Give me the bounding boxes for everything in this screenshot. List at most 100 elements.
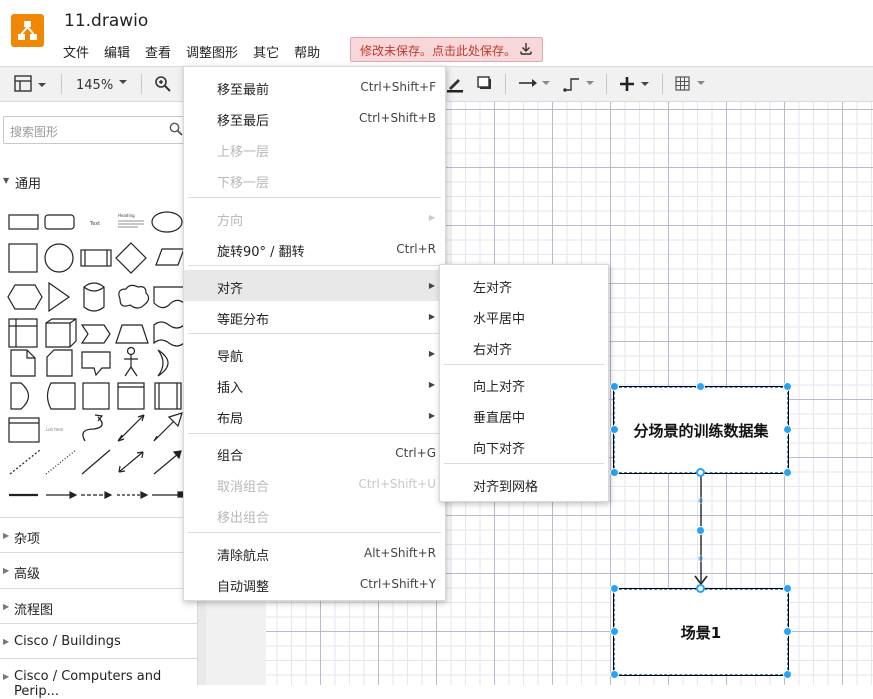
resize-handle[interactable]: [696, 382, 705, 391]
section-flowchart[interactable]: ▶ 流程图: [0, 588, 198, 622]
section-cisco-computers[interactable]: ▶ Cisco / Computers and Perip...: [0, 658, 198, 699]
resize-handle[interactable]: [610, 382, 619, 391]
section-label: 流程图: [14, 603, 54, 618]
submenu-arrow-icon: ▶: [428, 411, 435, 420]
edge-virtual-bend[interactable]: [697, 555, 704, 562]
section-label: 高级: [14, 567, 41, 582]
menu-edit[interactable]: 编辑: [104, 40, 130, 62]
expand-triangle-icon: ▶: [3, 637, 10, 646]
resize-handle[interactable]: [610, 425, 619, 434]
section-general-label: 通用: [15, 177, 42, 192]
menu-arrange[interactable]: 调整图形: [186, 40, 238, 62]
search-placeholder: 搜索图形: [10, 125, 59, 139]
shape-sidebar: 搜索图形 ▼ 通用 Text Heading List Item ▶ 杂项 ▶ …: [0, 102, 198, 699]
menu-item-navigation[interactable]: 导航 ▶: [184, 338, 445, 369]
menu-item-label: 旋转90° / 翻转: [217, 245, 305, 260]
align-to-grid[interactable]: 对齐到网格: [440, 468, 608, 499]
menu-item-distribute[interactable]: 等距分布 ▶: [184, 301, 445, 332]
shape-search-input[interactable]: 搜索图形: [3, 116, 188, 144]
menu-item-label: 对齐到网格: [473, 480, 539, 495]
search-icon[interactable]: [169, 122, 183, 139]
resize-handle[interactable]: [783, 382, 792, 391]
zoom-in-icon[interactable]: [154, 75, 172, 97]
edge-target-handle[interactable]: [696, 584, 705, 593]
menu-item-label: 水平居中: [473, 312, 526, 327]
resize-handle[interactable]: [610, 627, 619, 636]
expand-triangle-icon: ▶: [3, 531, 10, 540]
align-submenu: 左对齐 水平居中 右对齐 向上对齐 垂直居中 向下对齐 对齐到网格: [439, 264, 609, 502]
menu-item-shortcut: Ctrl+R: [396, 242, 436, 256]
resize-handle[interactable]: [610, 468, 619, 477]
resize-handle[interactable]: [783, 627, 792, 636]
unsaved-changes-button[interactable]: 修改未保存。点击此处保存。: [350, 37, 543, 62]
menu-item-label: 组合: [217, 449, 244, 464]
zoom-level[interactable]: 145%: [76, 78, 113, 93]
node-training-dataset[interactable]: 分场景的训练数据集: [613, 386, 789, 474]
resize-handle[interactable]: [783, 468, 792, 477]
menu-item-insert[interactable]: 插入 ▶: [184, 369, 445, 400]
menu-item-rotate-flip[interactable]: 旋转90° / 翻转 Ctrl+R: [184, 233, 445, 264]
align-center[interactable]: 水平居中: [440, 300, 608, 331]
menu-item-clear-waypoints[interactable]: 清除航点 Alt+Shift+R: [184, 537, 445, 568]
menu-item-to-back[interactable]: 移至最后 Ctrl+Shift+B: [184, 102, 445, 133]
menu-item-align[interactable]: 对齐 ▶: [184, 270, 445, 301]
connection-arrow-icon[interactable]: [518, 76, 552, 94]
align-middle[interactable]: 垂直居中: [440, 399, 608, 430]
menu-item-shortcut: Alt+Shift+R: [364, 546, 436, 560]
general-shapes-palette[interactable]: Text Heading List Item: [6, 207, 192, 507]
menu-help[interactable]: 帮助: [294, 40, 320, 62]
menu-item-shortcut: Ctrl+Shift+U: [358, 477, 436, 491]
menu-view[interactable]: 查看: [145, 40, 171, 62]
edge-source-handle[interactable]: [696, 468, 705, 477]
resize-handle[interactable]: [610, 670, 619, 679]
edge-waypoint-handle[interactable]: [696, 526, 705, 535]
menu-item-send-backward: 下移一层: [184, 164, 445, 195]
menu-item-to-front[interactable]: 移至最前 Ctrl+Shift+F: [184, 71, 445, 102]
align-right[interactable]: 右对齐: [440, 331, 608, 362]
align-left[interactable]: 左对齐: [440, 269, 608, 300]
node-scene-1[interactable]: 场景1: [613, 588, 789, 676]
file-title[interactable]: 11.drawio: [64, 11, 148, 31]
edge-virtual-bend[interactable]: [697, 497, 704, 504]
menu-item-layout[interactable]: 布局 ▶: [184, 400, 445, 431]
expand-triangle-icon: ▶: [3, 672, 10, 681]
menu-item-group[interactable]: 组合 Ctrl+G: [184, 437, 445, 468]
menu-item-label: 下移一层: [217, 176, 270, 191]
table-icon[interactable]: [675, 76, 709, 96]
node-label: 场景1: [680, 623, 722, 642]
menu-item-label: 右对齐: [473, 343, 513, 358]
section-advanced[interactable]: ▶ 高级: [0, 552, 198, 586]
menu-item-label: 等距分布: [217, 313, 270, 328]
zoom-dropdown-icon[interactable]: [118, 76, 128, 91]
resize-handle[interactable]: [783, 425, 792, 434]
unsaved-label: 修改未保存。点击此处保存。: [360, 44, 517, 58]
menu-item-shortcut: Ctrl+Shift+F: [360, 80, 436, 94]
menu-separator: [188, 197, 441, 198]
app-header: 11.drawio 文件 编辑 查看 调整图形 其它 帮助 修改未保存。点击此处…: [0, 0, 873, 66]
section-label: Cisco / Computers and Perip...: [14, 669, 162, 699]
section-misc[interactable]: ▶ 杂项: [0, 517, 198, 551]
submenu-arrow-icon: ▶: [428, 281, 435, 290]
menu-item-autosize[interactable]: 自动调整 Ctrl+Shift+Y: [184, 568, 445, 599]
insert-plus-icon[interactable]: [619, 75, 653, 97]
resize-handle[interactable]: [783, 584, 792, 593]
menu-separator: [188, 333, 441, 334]
line-color-icon[interactable]: [446, 75, 464, 97]
section-cisco-buildings[interactable]: ▶ Cisco / Buildings: [0, 623, 198, 657]
align-top[interactable]: 向上对齐: [440, 368, 608, 399]
section-general[interactable]: ▼ 通用: [0, 166, 198, 194]
menu-item-label: 左对齐: [473, 281, 513, 296]
collapse-triangle-icon: ▼: [3, 176, 10, 185]
panel-toggle-icon[interactable]: [14, 75, 48, 97]
menu-extras[interactable]: 其它: [253, 40, 279, 62]
resize-handle[interactable]: [610, 584, 619, 593]
menu-item-label: 移至最后: [217, 114, 270, 129]
shadow-icon[interactable]: [477, 76, 493, 96]
menu-file[interactable]: 文件: [63, 40, 89, 62]
resize-handle[interactable]: [783, 670, 792, 679]
align-bottom[interactable]: 向下对齐: [440, 430, 608, 461]
menu-item-label: 插入: [217, 381, 244, 396]
menu-item-label: 方向: [217, 214, 244, 229]
waypoint-style-icon[interactable]: [562, 75, 596, 97]
menu-item-label: 向下对齐: [473, 442, 526, 457]
